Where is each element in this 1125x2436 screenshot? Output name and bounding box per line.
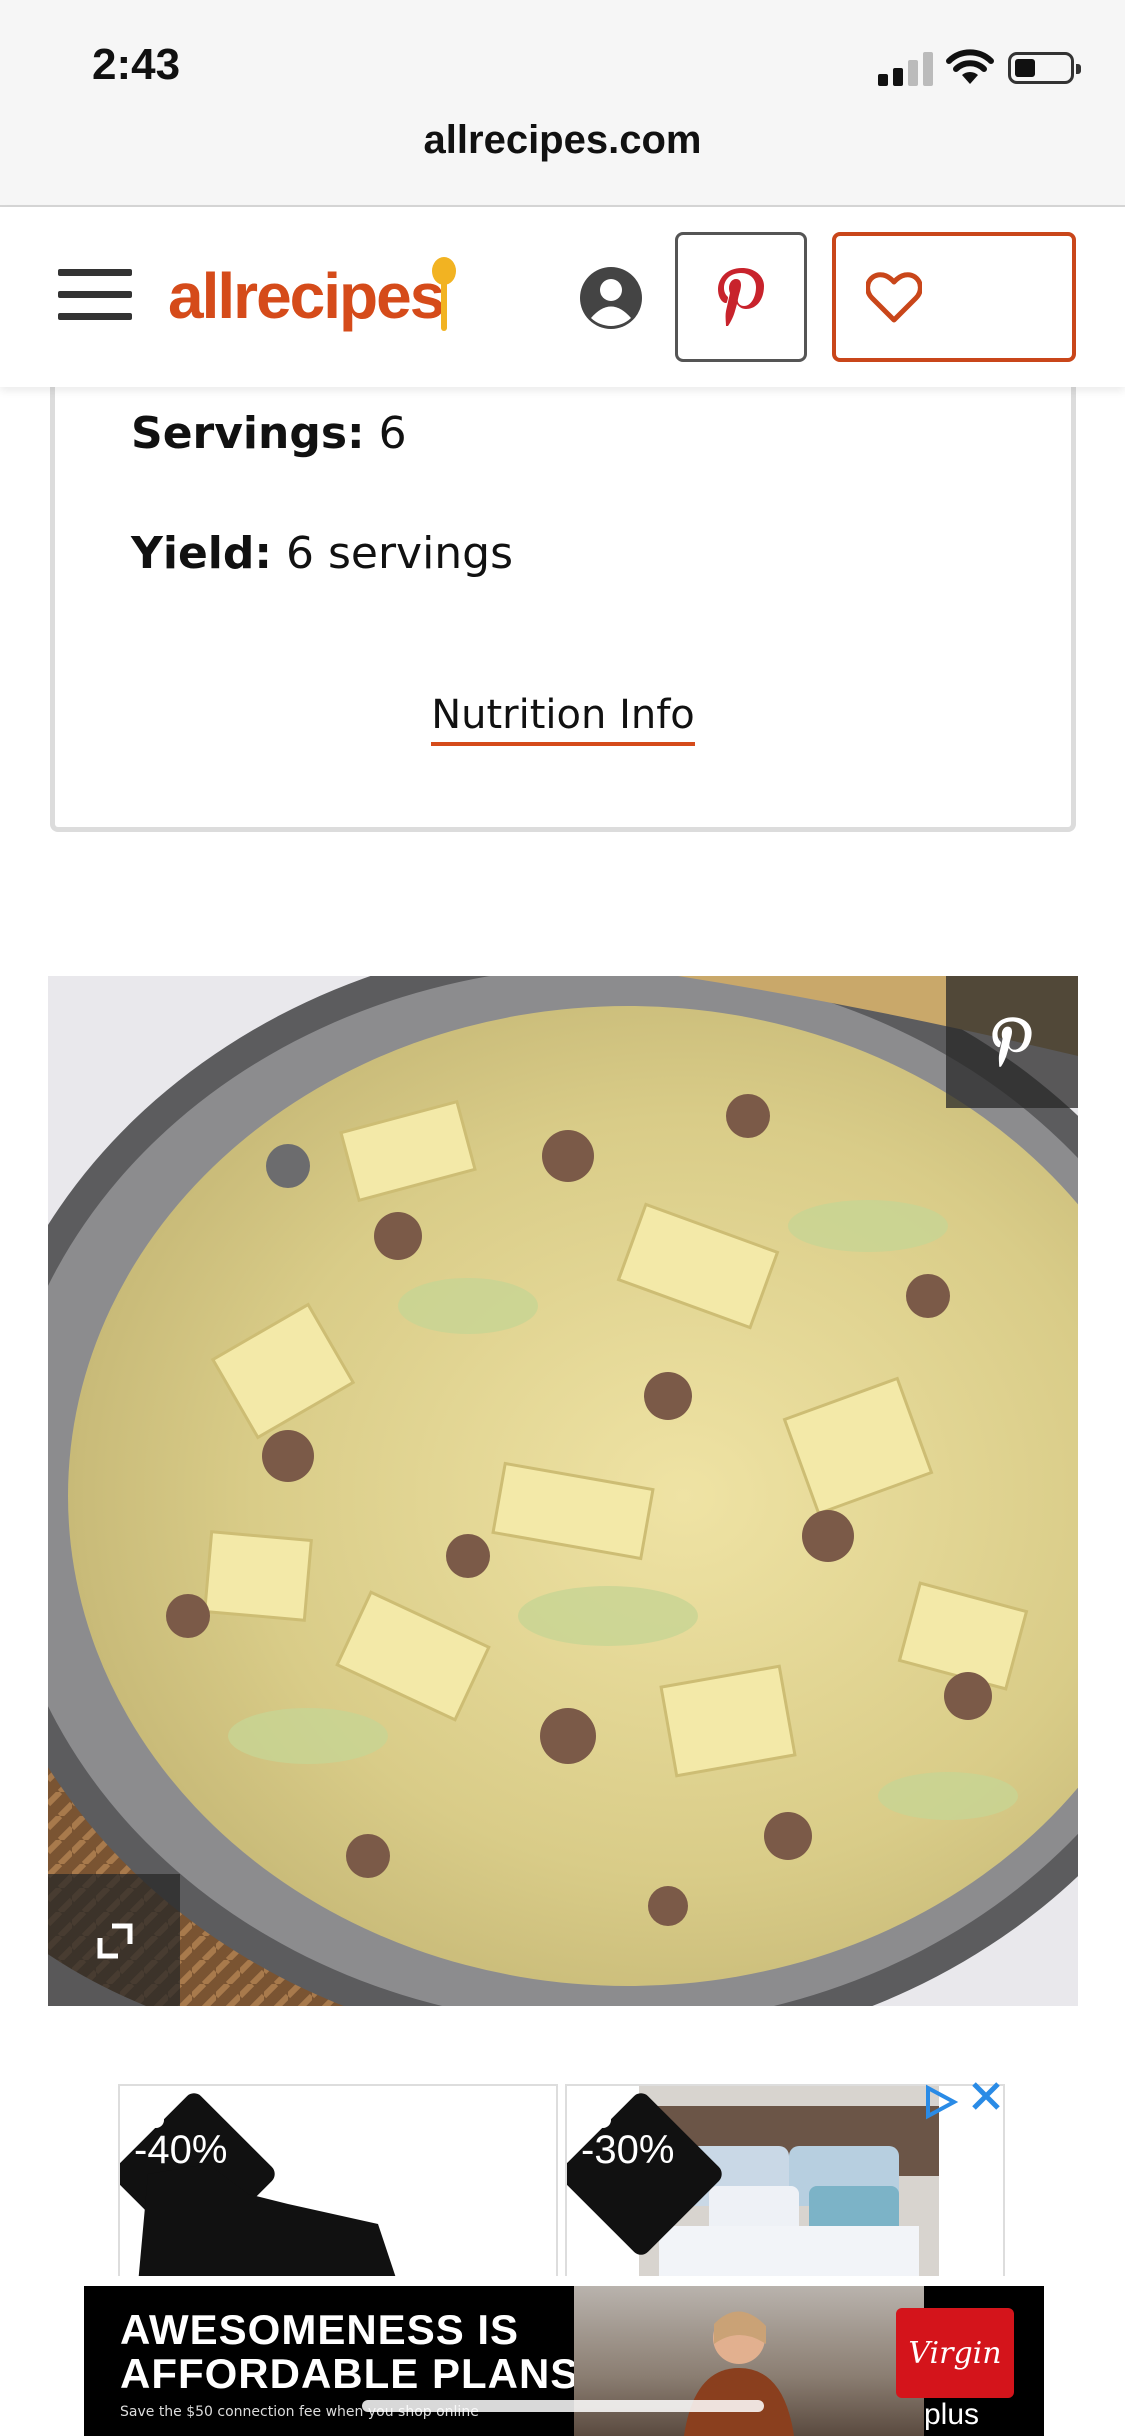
servings-row: Servings: 6	[131, 408, 407, 459]
adchoices-icon[interactable]	[920, 2082, 960, 2122]
photo-expand-button[interactable]	[48, 1874, 180, 2006]
person-image	[684, 2311, 794, 2436]
site-logo[interactable]: allrecipes	[168, 259, 445, 333]
virgin-logo: Virgin	[896, 2308, 1014, 2398]
recipe-photo-image	[48, 976, 1078, 2006]
banner-headline-2: AFFORDABLE PLANS.	[120, 2350, 592, 2397]
pinterest-icon	[718, 268, 764, 326]
home-indicator[interactable]	[362, 2400, 764, 2412]
tag-hole	[148, 2112, 164, 2128]
recipe-photo[interactable]	[48, 976, 1078, 2006]
wifi-icon	[946, 49, 994, 84]
banner-ad[interactable]: AWESOMENESS IS AFFORDABLE PLANS. Save th…	[84, 2286, 1044, 2436]
ad-product-1[interactable]: -40%	[118, 2084, 558, 2276]
tag-hole	[595, 2112, 611, 2128]
status-time: 2:43	[92, 40, 181, 89]
site-header: allrecipes	[0, 207, 1125, 387]
url-text[interactable]: allrecipes.com	[0, 118, 1125, 163]
banner-headline-1: AWESOMENESS IS	[120, 2306, 520, 2353]
nutrition-info-link[interactable]: Nutrition Info	[55, 692, 1071, 746]
photo-pinterest-button[interactable]	[946, 976, 1078, 1108]
yield-row: Yield: 6 servings	[131, 528, 513, 579]
pinterest-icon	[992, 1017, 1032, 1067]
cell-signal-icon	[878, 52, 934, 86]
expand-icon	[97, 1923, 133, 1959]
boot-image	[138, 2164, 396, 2276]
servings-label: Servings:	[131, 408, 365, 459]
discount-2: -30%	[581, 2128, 675, 2172]
hamburger-menu-icon[interactable]	[58, 269, 132, 321]
spoon-logo-icon	[432, 257, 456, 331]
battery-icon	[1008, 52, 1081, 84]
pinterest-share-button[interactable]	[675, 232, 807, 362]
save-favorite-button[interactable]	[832, 232, 1076, 362]
heart-icon	[866, 272, 922, 323]
virgin-plus-label: plus	[924, 2398, 980, 2431]
recipe-info-card: Servings: 6 Yield: 6 servings Nutrition …	[50, 340, 1076, 832]
close-icon[interactable]	[966, 2076, 1006, 2116]
nutrition-info-label[interactable]: Nutrition Info	[431, 692, 695, 746]
user-circle-icon[interactable]	[578, 265, 644, 331]
yield-value: 6 servings	[285, 528, 514, 579]
servings-value: 6	[378, 408, 407, 459]
yield-label: Yield:	[131, 528, 272, 579]
status-bar: 2:43	[0, 0, 1125, 125]
